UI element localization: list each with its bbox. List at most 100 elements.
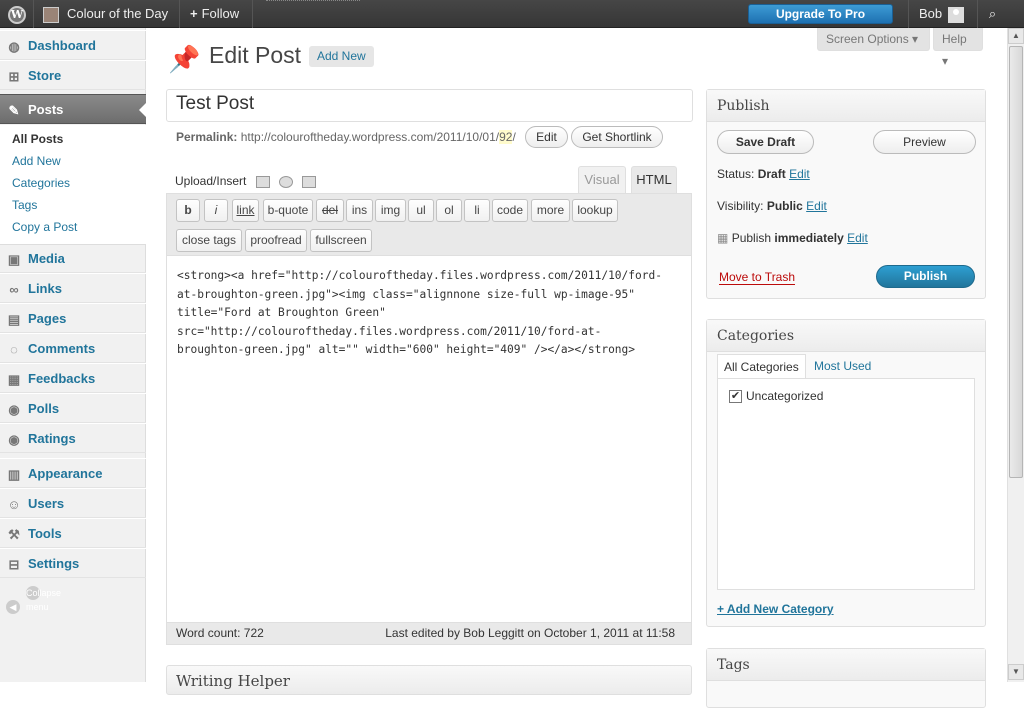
add-poll-icon[interactable]: [302, 175, 317, 188]
media-buttons: Upload/Insert: [175, 174, 317, 188]
qt-link-button[interactable]: link: [232, 199, 259, 222]
sidebar-item-comments[interactable]: ◌ Comments: [0, 333, 146, 363]
permalink-slug[interactable]: 92: [499, 130, 513, 144]
sidebar-item-media[interactable]: ▣ Media: [0, 243, 146, 273]
qt-bold-button[interactable]: b: [176, 199, 200, 222]
publish-button[interactable]: Publish: [876, 265, 975, 288]
writing-helper-box-title[interactable]: Writing Helper: [166, 665, 692, 695]
category-checkbox[interactable]: ✔: [729, 390, 742, 403]
sidebar-item-label: Posts: [28, 102, 64, 117]
save-draft-button[interactable]: Save Draft: [717, 130, 814, 154]
page-scrollbar[interactable]: ▲ ▼: [1007, 28, 1024, 682]
site-name-button[interactable]: Colour of the Day: [35, 0, 180, 28]
qt-fullscreen-button[interactable]: fullscreen: [310, 229, 372, 252]
admin-bar: W Colour of the Day + Follow Upgrade To P…: [0, 0, 1024, 28]
sidebar-item-label: Users: [28, 496, 65, 511]
screen-options-button[interactable]: Screen Options ▾: [817, 28, 930, 51]
submenu-item-all-posts[interactable]: All Posts: [0, 128, 146, 150]
sidebar-item-label: Media: [28, 251, 65, 266]
sidebar-item-polls[interactable]: ◉ Polls: [0, 393, 146, 423]
sidebar-item-settings[interactable]: ⊟ Settings: [0, 548, 146, 578]
follow-button[interactable]: + Follow: [181, 0, 253, 28]
qt-ol-button[interactable]: ol: [436, 199, 462, 222]
sidebar-item-store[interactable]: ⊞ Store: [0, 60, 146, 90]
sidebar-item-label: Pages: [28, 311, 67, 326]
sidebar-item-label: Polls: [28, 401, 60, 416]
scrollbar-thumb[interactable]: [1009, 46, 1023, 478]
move-to-trash-link[interactable]: Move to Trash: [719, 270, 796, 285]
sidebar-item-ratings[interactable]: ◉ Ratings: [0, 423, 146, 453]
submenu-item-categories[interactable]: Categories: [0, 172, 146, 194]
qt-code-button[interactable]: code: [492, 199, 528, 222]
sidebar-item-label: Settings: [28, 556, 80, 571]
sidebar-item-dashboard[interactable]: ◍ Dashboard: [0, 30, 146, 60]
sidebar-item-tools[interactable]: ⚒ Tools: [0, 518, 146, 548]
user-account-button[interactable]: Bob: [908, 0, 975, 28]
scroll-down-icon[interactable]: ▼: [1008, 664, 1024, 680]
polls-icon: ◉: [8, 401, 20, 417]
categories-box-title[interactable]: Categories: [707, 320, 985, 352]
quicktags-toolbar: b i link b-quote del ins img ul ol li co…: [166, 193, 692, 255]
qt-close-tags-button[interactable]: close tags: [176, 229, 242, 252]
post-title-input[interactable]: Test Post: [166, 89, 693, 122]
permalink-base: http://colouroftheday.wordpress.com/2011…: [240, 130, 500, 144]
sidebar-item-users[interactable]: ☺ Users: [0, 488, 146, 518]
upgrade-to-pro-button[interactable]: Upgrade To Pro: [748, 4, 893, 24]
post-content-textarea[interactable]: <strong><a href="http://colouroftheday.f…: [166, 255, 692, 623]
edit-status-link[interactable]: Edit: [789, 167, 810, 181]
qt-italic-button[interactable]: i: [204, 199, 228, 222]
publish-box-title[interactable]: Publish: [707, 90, 985, 122]
search-icon[interactable]: ⌕: [977, 0, 1007, 28]
qt-bquote-button[interactable]: b-quote: [263, 199, 313, 222]
qt-more-button[interactable]: more: [531, 199, 570, 222]
edit-schedule-link[interactable]: Edit: [847, 231, 868, 245]
edit-permalink-button[interactable]: Edit: [525, 126, 568, 148]
qt-li-button[interactable]: li: [464, 199, 490, 222]
calendar-icon: ▦: [717, 231, 729, 245]
sidebar-item-label: Ratings: [28, 431, 76, 446]
plus-icon: +: [190, 6, 198, 21]
help-button[interactable]: Help ▾: [933, 28, 983, 68]
submenu-item-tags[interactable]: Tags: [0, 194, 146, 216]
user-name-label: Bob: [919, 6, 943, 21]
tab-all-categories[interactable]: All Categories: [717, 354, 806, 379]
sidebar-item-pages[interactable]: ▤ Pages: [0, 303, 146, 333]
permalink-label: Permalink:: [176, 130, 238, 144]
qt-img-button[interactable]: img: [375, 199, 406, 222]
wordpress-logo-button[interactable]: W: [0, 0, 34, 28]
scroll-up-icon[interactable]: ▲: [1008, 28, 1024, 44]
add-media-icon[interactable]: [279, 175, 294, 188]
qt-ins-button[interactable]: ins: [346, 199, 373, 222]
edit-visibility-link[interactable]: Edit: [806, 199, 827, 213]
qt-ul-button[interactable]: ul: [408, 199, 434, 222]
sidebar-item-label: Comments: [28, 341, 96, 356]
sidebar-item-label: Tools: [28, 526, 62, 541]
schedule-label: Publish: [731, 231, 772, 245]
qt-lookup-button[interactable]: lookup: [572, 199, 618, 222]
tab-html[interactable]: HTML: [631, 166, 677, 193]
link-icon: ∞: [9, 281, 19, 297]
submenu-item-copy-a-post[interactable]: Copy a Post: [0, 216, 146, 238]
users-icon: ☺: [7, 496, 21, 512]
publish-box: Publish Save Draft Preview Status: Draft…: [706, 89, 986, 299]
sidebar-item-feedbacks[interactable]: ▦ Feedbacks: [0, 363, 146, 393]
ratings-icon: ◉: [8, 431, 20, 447]
add-new-post-button[interactable]: Add New: [309, 46, 374, 67]
preview-button[interactable]: Preview: [873, 130, 976, 154]
qt-del-button[interactable]: del: [316, 199, 344, 222]
get-shortlink-button[interactable]: Get Shortlink: [571, 126, 663, 148]
follow-label: Follow: [201, 6, 240, 21]
dashboard-icon: ◍: [8, 38, 20, 54]
tab-most-used[interactable]: Most Used: [808, 354, 877, 379]
add-new-category-link[interactable]: + Add New Category: [717, 602, 834, 616]
status-label: Status:: [717, 167, 755, 181]
tab-visual[interactable]: Visual: [578, 166, 626, 193]
sidebar-item-links[interactable]: ∞ Links: [0, 273, 146, 303]
collapse-menu-button[interactable]: ◀ Collapse menu: [6, 586, 61, 614]
sidebar-item-appearance[interactable]: ▥ Appearance: [0, 458, 146, 488]
tags-box-title[interactable]: Tags: [707, 649, 985, 681]
qt-proofread-button[interactable]: proofread: [245, 229, 307, 252]
add-image-icon[interactable]: [255, 175, 270, 188]
sidebar-item-posts[interactable]: ✎ Posts: [0, 94, 147, 124]
submenu-item-add-new[interactable]: Add New: [0, 150, 146, 172]
